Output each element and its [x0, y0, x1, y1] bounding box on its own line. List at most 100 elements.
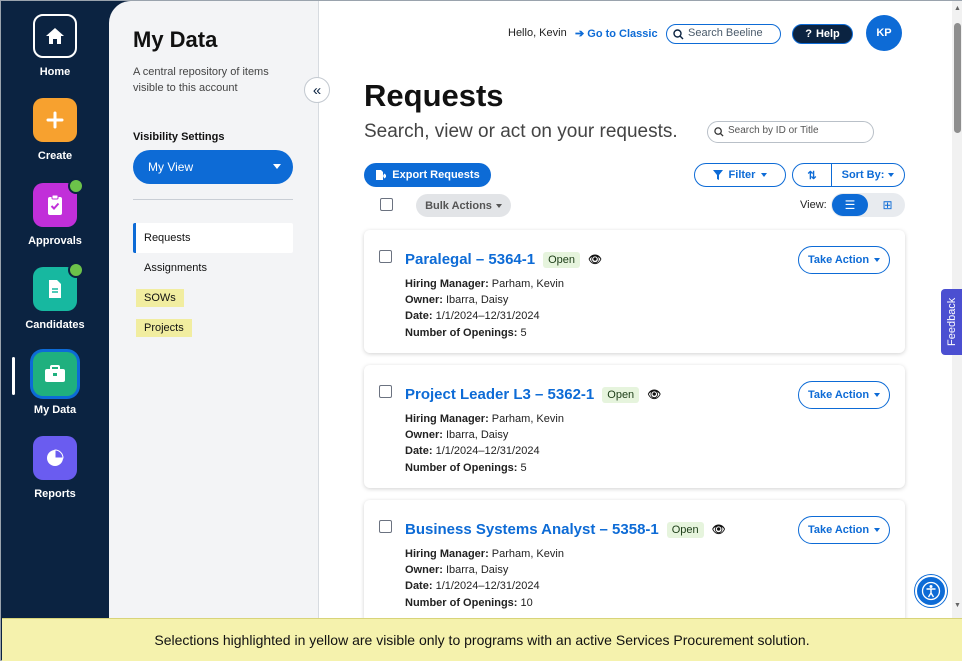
panel-item-requests[interactable]: Requests [133, 223, 293, 253]
date-value: 1/1/2024–12/31/2024 [435, 445, 540, 458]
hiring-manager-value: Parham, Kevin [491, 413, 564, 425]
search-icon [714, 127, 724, 137]
openings-value: 5 [520, 461, 527, 474]
hiring-manager-value: Parham, Kevin [491, 548, 564, 560]
scroll-down-icon[interactable]: ▼ [954, 602, 961, 609]
document-icon [33, 262, 84, 311]
nav-create[interactable]: Create [1, 98, 109, 162]
double-chevron-left-icon: « [312, 81, 322, 99]
binoculars-icon[interactable]: 👁 [647, 388, 661, 401]
sort-direction-button[interactable]: ⇅ [793, 164, 832, 186]
panel-item-assignments[interactable]: Assignments [144, 262, 207, 274]
sort-control: ⇅ Sort By: [792, 163, 905, 187]
search-placeholder: Search Beeline [688, 27, 763, 39]
greeting: Hello, Kevin [508, 27, 567, 39]
export-requests-button[interactable]: Export Requests [364, 163, 491, 187]
nav-approvals[interactable]: Approvals [1, 178, 109, 247]
select-all-checkbox[interactable] [380, 198, 393, 211]
export-icon [376, 170, 387, 180]
help-label: Help [815, 28, 840, 40]
take-action-button[interactable]: Take Action [798, 516, 890, 544]
page-title: Requests [364, 78, 504, 113]
request-card: Paralegal – 5364-1 Open 👁 Hiring Manager… [364, 230, 905, 353]
panel-item-label: Requests [144, 232, 191, 244]
status-badge: Open [543, 251, 581, 268]
go-to-classic-link[interactable]: ➔ Go to Classic [575, 27, 658, 40]
main-content: Hello, Kevin ➔ Go to Classic Search Beel… [319, 1, 952, 618]
panel-item-label: Assignments [144, 262, 207, 274]
field-label: Date: [405, 445, 433, 458]
grid-icon: ⊞ [882, 198, 893, 212]
main-nav: Home Create Approvals Candidates My Data… [1, 1, 111, 618]
list-view-button[interactable]: ☰ [832, 194, 868, 216]
request-checkbox[interactable] [379, 520, 392, 533]
field-label: Number of Openings: [405, 326, 518, 339]
nav-label: Candidates [25, 319, 85, 331]
take-action-button[interactable]: Take Action [798, 381, 890, 409]
owner-value: Ibarra, Daisy [445, 564, 509, 577]
accessibility-button[interactable] [915, 575, 947, 607]
nav-label: Reports [34, 488, 76, 500]
request-checkbox[interactable] [379, 250, 392, 263]
panel-item-label: Projects [144, 322, 184, 334]
status-badge: Open [602, 386, 640, 403]
accessibility-icon [921, 581, 941, 601]
caret-down-icon [495, 203, 502, 208]
nav-reports[interactable]: Reports [1, 436, 109, 500]
filter-label: Filter [728, 169, 756, 181]
search-beeline-input[interactable]: Search Beeline [666, 24, 781, 44]
request-title-link[interactable]: Project Leader L3 – 5362-1 [405, 386, 594, 403]
filter-button[interactable]: Filter [694, 163, 786, 187]
request-title-link[interactable]: Business Systems Analyst – 5358-1 [405, 521, 659, 538]
take-action-button[interactable]: Take Action [798, 246, 890, 274]
clipboard-check-icon [33, 178, 84, 227]
view-select-value: My View [148, 160, 194, 174]
field-label: Hiring Manager: [405, 548, 489, 560]
take-action-label: Take Action [807, 254, 870, 266]
scrollbar-thumb[interactable] [954, 23, 961, 133]
panel-item-projects[interactable]: Projects [136, 319, 192, 337]
take-action-label: Take Action [807, 524, 870, 536]
notification-dot [68, 262, 84, 278]
request-title-link[interactable]: Paralegal – 5364-1 [405, 251, 535, 268]
nav-home[interactable]: Home [1, 14, 109, 78]
request-details: Hiring Manager: Parham, Kevin Owner: Iba… [405, 276, 564, 341]
export-label: Export Requests [392, 169, 480, 181]
scroll-up-icon[interactable]: ▲ [954, 5, 961, 12]
nav-label: Home [39, 66, 71, 78]
owner-value: Ibarra, Daisy [445, 429, 509, 442]
search-placeholder: Search by ID or Title [728, 125, 819, 136]
nav-my-data[interactable]: My Data [1, 352, 109, 416]
nav-candidates[interactable]: Candidates [1, 262, 109, 331]
openings-value: 5 [520, 326, 527, 339]
view-label: View: [800, 199, 827, 211]
view-select[interactable]: My View [133, 150, 293, 184]
openings-value: 10 [520, 596, 533, 609]
avatar[interactable]: KP [866, 15, 902, 51]
date-value: 1/1/2024–12/31/2024 [435, 580, 540, 593]
collapse-panel-button[interactable]: « [304, 77, 330, 103]
binoculars-icon[interactable]: 👁 [712, 523, 726, 536]
request-checkbox[interactable] [379, 385, 392, 398]
go-to-classic-label: Go to Classic [587, 28, 658, 40]
panel-description: A central repository of items visible to… [133, 66, 269, 94]
pie-chart-icon [33, 436, 77, 480]
field-label: Owner: [405, 429, 443, 442]
field-label: Date: [405, 310, 433, 323]
binoculars-icon[interactable]: 👁 [588, 253, 602, 266]
plus-icon [33, 98, 77, 142]
briefcase-icon [33, 352, 77, 396]
caret-down-icon [273, 164, 281, 169]
help-button[interactable]: ? Help [792, 24, 853, 44]
sort-by-button[interactable]: Sort By: [832, 169, 904, 181]
grid-view-button[interactable]: ⊞ [871, 194, 904, 216]
request-details: Hiring Manager: Parham, Kevin Owner: Iba… [405, 546, 564, 611]
panel-item-sows[interactable]: SOWs [136, 289, 184, 307]
search-requests-input[interactable]: Search by ID or Title [707, 121, 874, 143]
feedback-tab[interactable]: Feedback [941, 289, 962, 355]
question-icon: ? [805, 28, 812, 40]
caret-down-icon [874, 528, 881, 532]
bulk-actions-button[interactable]: Bulk Actions [416, 194, 511, 217]
nav-label: My Data [33, 404, 77, 416]
take-action-label: Take Action [807, 389, 870, 401]
